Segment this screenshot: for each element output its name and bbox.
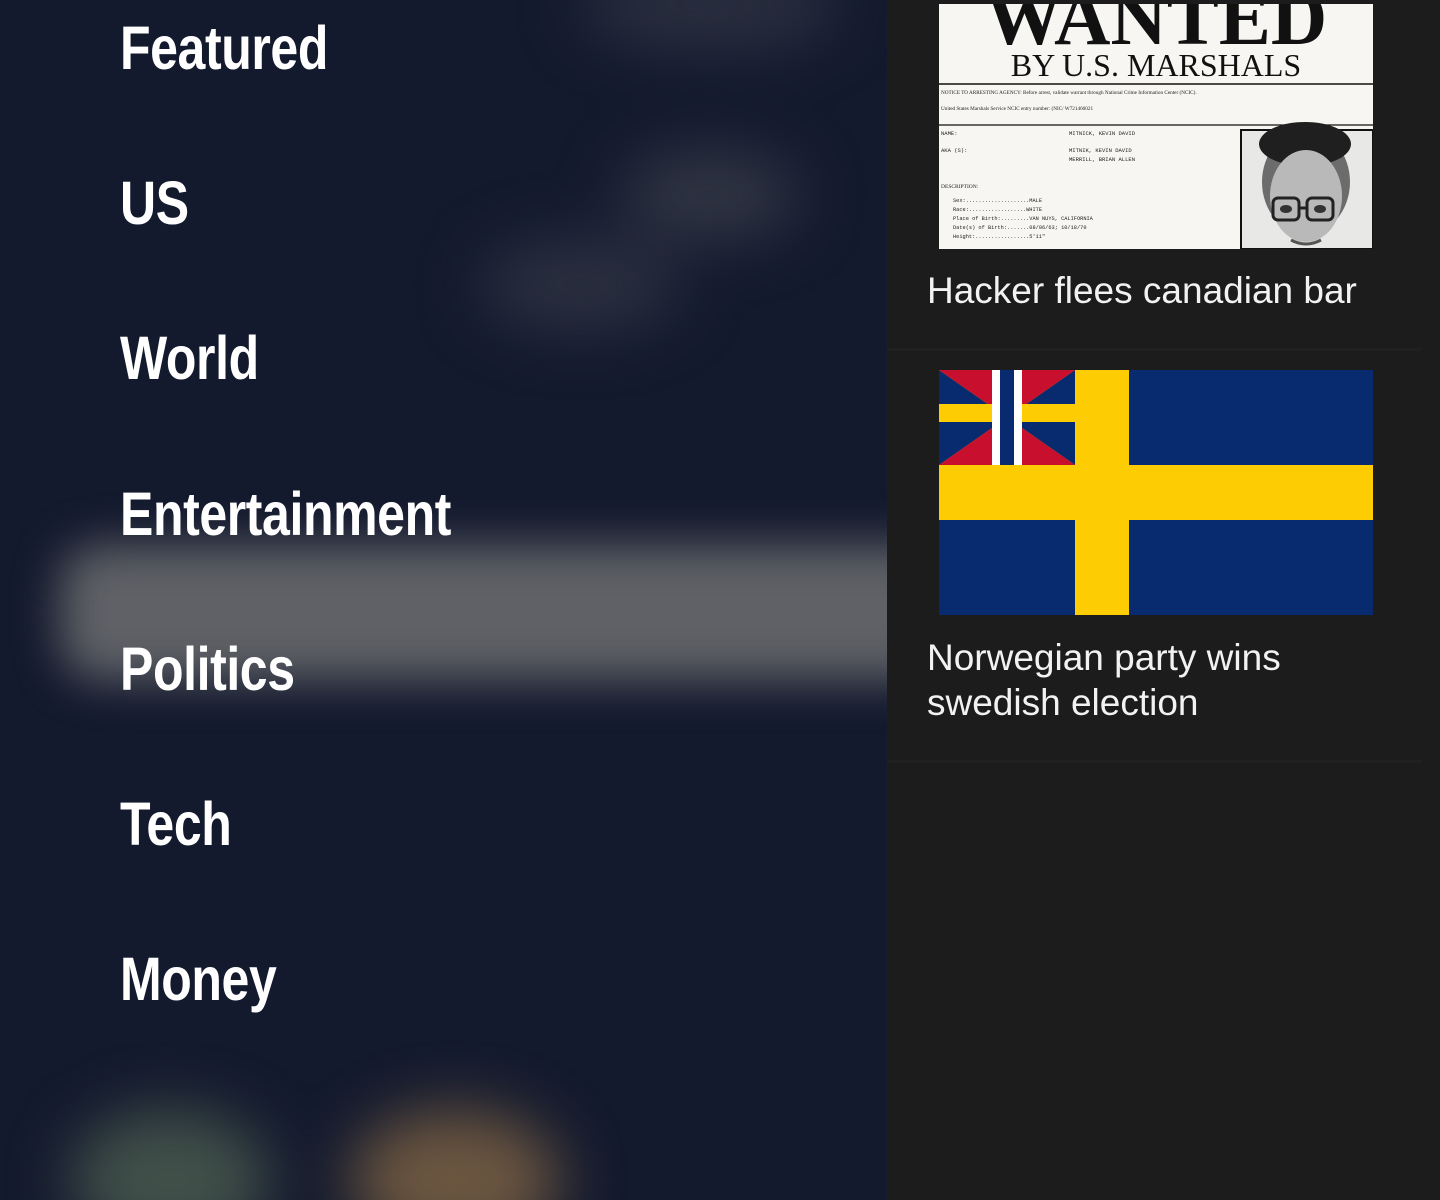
category-featured[interactable]: Featured: [120, 18, 328, 79]
article-title[interactable]: Norwegian party wins swedish election: [927, 635, 1407, 725]
union-mark: [939, 370, 1075, 465]
wanted-poster-image: WANTED BY U.S. MARSHALS NOTICE TO ARREST…: [939, 4, 1373, 249]
poster-race: Race:..................WHITE: [953, 207, 1042, 213]
poster-aka-value-1: MITNIK, KEVIN DAVID: [1069, 147, 1132, 154]
category-us[interactable]: US: [120, 173, 189, 234]
article-card[interactable]: WANTED BY U.S. MARSHALS NOTICE TO ARREST…: [887, 0, 1422, 351]
poster-notice: NOTICE TO ARRESTING AGENCY: Before arres…: [941, 89, 1197, 96]
category-drawer: Featured US World Entertainment Politics…: [0, 0, 887, 1200]
article-thumbnail-flag: [939, 370, 1373, 615]
category-world[interactable]: World: [120, 328, 259, 389]
poster-description-label: DESCRIPTION:: [941, 184, 979, 190]
poster-aka-label: AKA (S):: [941, 147, 967, 154]
poster-height: Height:.................5'11": [953, 234, 1045, 240]
union-flag-image: [939, 370, 1373, 615]
article-title[interactable]: Hacker flees canadian bar: [927, 268, 1407, 313]
poster-name-label: NAME:: [941, 130, 958, 137]
category-politics[interactable]: Politics: [120, 639, 295, 700]
flag-horizontal-stripe: [939, 465, 1373, 520]
poster-ncic: United States Marshals Service NCIC entr…: [941, 105, 1093, 112]
poster-subheadline: BY U.S. MARSHALS: [1011, 47, 1301, 83]
poster-dob: Date(s) of Birth:.......08/06/63; 10/18/…: [953, 225, 1087, 231]
mugshot-photo: [1240, 122, 1373, 249]
category-money[interactable]: Money: [120, 949, 277, 1010]
poster-pob: Place of Birth:.........VAN NUYS, CALIFO…: [953, 216, 1094, 222]
poster-aka-value-2: MERRILL, BRIAN ALLEN: [1069, 156, 1135, 163]
article-list: WANTED BY U.S. MARSHALS NOTICE TO ARREST…: [887, 0, 1440, 1200]
poster-name-value: MITNICK, KEVIN DAVID: [1069, 130, 1136, 137]
poster-sex: Sex:....................MALE: [953, 198, 1042, 204]
category-tech[interactable]: Tech: [120, 794, 232, 855]
category-entertainment[interactable]: Entertainment: [120, 484, 451, 545]
article-thumbnail-wanted-poster: WANTED BY U.S. MARSHALS NOTICE TO ARREST…: [939, 4, 1373, 249]
article-card[interactable]: Norwegian party wins swedish election: [887, 351, 1422, 763]
